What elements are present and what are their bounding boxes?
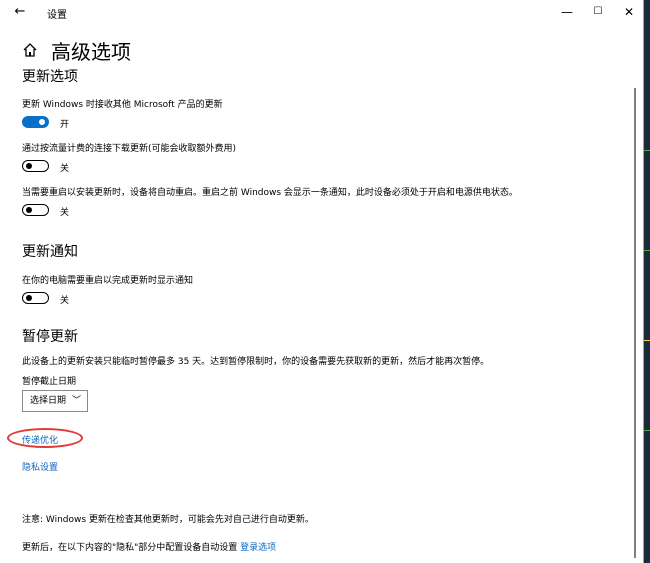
dropdown-value: 选择日期 — [30, 396, 67, 406]
page-title: 高级选项 — [51, 40, 131, 64]
note-self-update: 注意: Windows 更新在检查其他更新时，可能会先对自己进行自动更新。 — [22, 515, 314, 525]
delivery-optimization-link[interactable]: 传递优化 — [22, 433, 58, 446]
toggle-restart-notification[interactable] — [22, 292, 49, 304]
chevron-down-icon: ﹀ — [71, 396, 81, 406]
background-line — [644, 250, 650, 251]
toggle-knob — [26, 206, 32, 213]
toggle-state-text: 关 — [60, 296, 70, 306]
back-arrow-icon[interactable]: ← — [12, 4, 28, 20]
note-privacy-text: 更新后，在以下内容的"隐私"部分中配置设备自动设置 — [22, 543, 241, 553]
toggle-metered-connection[interactable] — [22, 160, 49, 172]
settings-window: ← 设置 — ☐ ✕ 高级选项 更新选项 更新 Windows 时接收其他 Mi… — [0, 0, 644, 563]
option-label-other-products: 更新 Windows 时接收其他 Microsoft 产品的更新 — [22, 100, 223, 110]
toggle-state-text: 关 — [60, 208, 70, 218]
toggle-knob — [26, 294, 32, 301]
home-icon[interactable] — [22, 42, 38, 58]
background-line — [644, 340, 650, 341]
note-privacy-config: 更新后，在以下内容的"隐私"部分中配置设备自动设置 登录选项 — [22, 540, 276, 553]
toggle-other-products[interactable] — [22, 116, 49, 128]
section-update-options: 更新选项 — [22, 69, 78, 85]
toggle-knob — [39, 119, 45, 125]
section-update-notifications: 更新通知 — [22, 244, 78, 260]
privacy-settings-link[interactable]: 隐私设置 — [22, 460, 58, 473]
scrollbar[interactable] — [634, 88, 636, 558]
background-line — [644, 430, 650, 431]
toggle-state-text: 关 — [60, 164, 70, 174]
sign-in-options-link[interactable]: 登录选项 — [240, 543, 276, 553]
toggle-knob — [26, 162, 32, 169]
toggle-auto-restart[interactable] — [22, 204, 49, 216]
option-label-metered-connection: 通过按流量计费的连接下载更新(可能会收取额外费用) — [22, 144, 237, 154]
close-button[interactable]: ✕ — [611, 2, 643, 22]
background-line — [644, 150, 650, 151]
pause-date-dropdown[interactable]: 选择日期 ﹀ — [22, 390, 88, 412]
option-label-restart-notification: 在你的电脑需要重启以完成更新时显示通知 — [22, 276, 194, 286]
option-label-auto-restart: 当需要重启以安装更新时，设备将自动重启。重启之前 Windows 会显示一条通知… — [22, 188, 518, 198]
title-bar: ← 设置 — ☐ ✕ — [0, 0, 643, 24]
toggle-state-text: 开 — [60, 120, 70, 130]
app-title: 设置 — [47, 10, 67, 21]
pause-date-label: 暂停截止日期 — [22, 377, 77, 387]
section-pause-updates: 暂停更新 — [22, 329, 78, 345]
pause-description: 此设备上的更新安装只能临时暂停最多 35 天。达到暂停限制时，你的设备需要先获取… — [22, 357, 490, 367]
